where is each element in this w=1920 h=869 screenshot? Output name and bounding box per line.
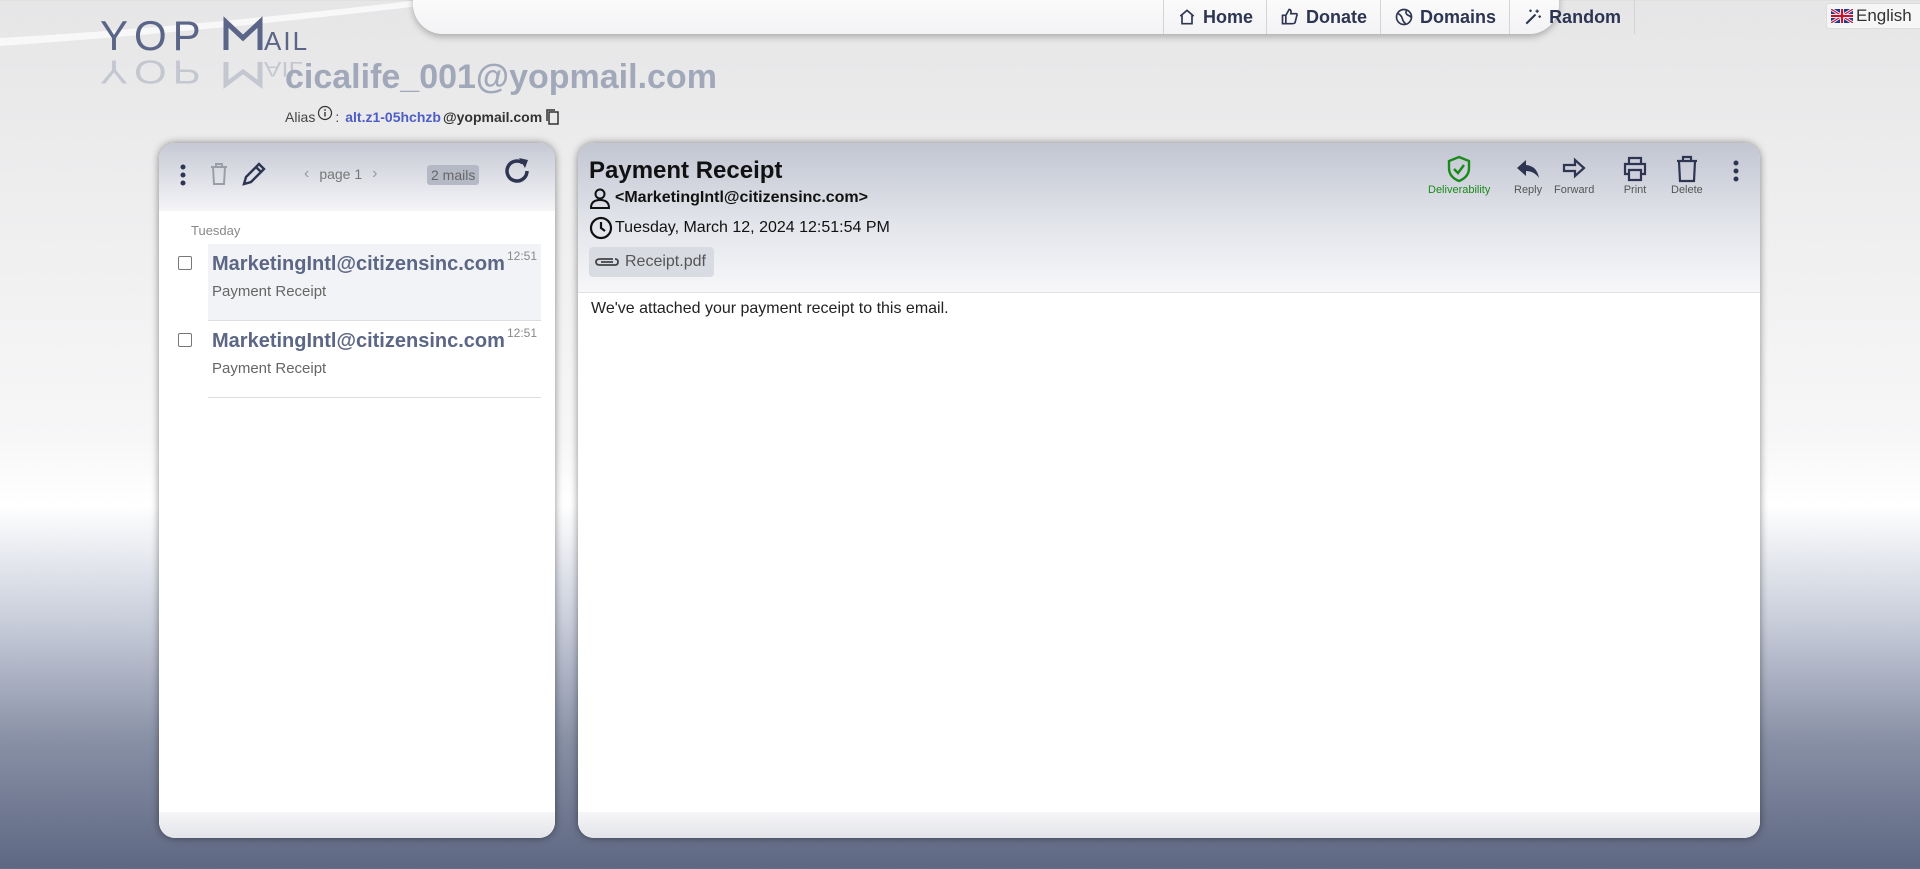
- nav-home-label: Home: [1203, 6, 1254, 27]
- more-vertical-icon[interactable]: [1732, 159, 1740, 183]
- trash-icon: [1676, 155, 1697, 183]
- mail-view-date-text: Tuesday, March 12, 2024 12:51:54 PM: [615, 219, 890, 236]
- globe-icon: [1395, 8, 1413, 26]
- list-toolbar: ‹ page 1 › 2 mails: [159, 143, 555, 211]
- list-footer: [159, 812, 555, 838]
- refresh-icon[interactable]: [501, 155, 533, 187]
- mail-actions: Deliverability Reply Forward Print Delet…: [578, 155, 1760, 205]
- shield-check-icon: [1447, 155, 1471, 183]
- nav-donate-label: Donate: [1306, 6, 1368, 27]
- alias-link[interactable]: alt.z1-05hchzb: [345, 109, 441, 125]
- copy-icon[interactable]: [544, 108, 560, 126]
- forward-button[interactable]: Forward: [1554, 155, 1594, 196]
- attachment-chip[interactable]: Receipt.pdf: [589, 247, 714, 277]
- compose-pencil-icon[interactable]: [241, 161, 267, 187]
- nav-home[interactable]: Home: [1163, 0, 1266, 34]
- forward-label: Forward: [1554, 184, 1595, 196]
- mail-list-item[interactable]: MarketingIntl@citizensinc.com 12:51 Paym…: [208, 244, 541, 321]
- language-value: English: [1856, 6, 1912, 25]
- alias-label: Alias: [285, 109, 316, 125]
- nav-donate[interactable]: Donate: [1266, 0, 1380, 34]
- nav-links: Home Donate Domains Random: [1163, 0, 1636, 34]
- top-nav-bar: Home Donate Domains Random English ⌄: [413, 0, 1920, 34]
- paperclip-icon: [595, 258, 619, 266]
- home-icon: [1179, 9, 1195, 25]
- delete-button[interactable]: Delete: [1671, 155, 1703, 196]
- inbox-address: cicalife_001@yopmail.com: [285, 58, 717, 96]
- mail-time: 12:51: [506, 326, 537, 340]
- mail-list-panel: ‹ page 1 › 2 mails Tuesday MarketingIntl…: [159, 143, 555, 838]
- pager-label: page 1: [319, 166, 363, 182]
- reply-button[interactable]: Reply: [1514, 155, 1542, 196]
- alias-row: Alias : alt.z1-05hchzb @yopmail.com: [285, 105, 560, 126]
- mail-subject: Payment Receipt: [212, 283, 327, 300]
- svg-text:YOP: YOP: [100, 12, 207, 59]
- pager: ‹ page 1 ›: [304, 165, 377, 183]
- svg-text:AIL: AIL: [264, 26, 309, 56]
- alias-separator: :: [335, 109, 340, 125]
- info-icon[interactable]: [317, 105, 333, 121]
- delete-label: Delete: [1671, 184, 1703, 196]
- nav-domains-label: Domains: [1420, 6, 1497, 27]
- reply-icon: [1517, 160, 1540, 178]
- trash-icon[interactable]: [209, 162, 229, 186]
- nav-domains[interactable]: Domains: [1380, 0, 1509, 34]
- mail-checkbox[interactable]: [178, 333, 192, 347]
- mail-footer: [578, 812, 1760, 838]
- mail-view-date: Tuesday, March 12, 2024 12:51:54 PM: [589, 216, 890, 240]
- mail-subject: Payment Receipt: [212, 360, 327, 377]
- alias-domain: @yopmail.com: [442, 109, 543, 125]
- clock-icon: [589, 216, 613, 240]
- reply-label: Reply: [1514, 184, 1543, 196]
- mail-from: MarketingIntl@citizensinc.com: [212, 330, 505, 352]
- day-group-label: Tuesday: [191, 223, 241, 238]
- more-vertical-icon[interactable]: [179, 163, 187, 187]
- mail-header: Payment Receipt <MarketingIntl@citizensi…: [578, 143, 1760, 293]
- deliverability-label: Deliverability: [1428, 184, 1491, 196]
- magic-wand-icon: [1525, 9, 1541, 25]
- mail-checkbox[interactable]: [178, 256, 192, 270]
- nav-random-label: Random: [1549, 6, 1622, 27]
- attachment-name: Receipt.pdf: [625, 253, 706, 270]
- thumbs-up-icon: [1281, 8, 1298, 25]
- print-button[interactable]: Print: [1621, 155, 1649, 196]
- print-label: Print: [1623, 184, 1647, 196]
- mail-count-badge: 2 mails: [427, 165, 480, 185]
- mail-from: MarketingIntl@citizensinc.com: [212, 253, 505, 275]
- nav-random[interactable]: Random: [1509, 0, 1636, 34]
- mail-time: 12:51: [506, 249, 537, 263]
- language-select[interactable]: English ⌄: [1826, 3, 1920, 29]
- print-icon: [1623, 156, 1647, 182]
- forward-arrow-icon: [1563, 157, 1586, 179]
- mail-list-item[interactable]: MarketingIntl@citizensinc.com 12:51 Paym…: [208, 321, 541, 398]
- mail-body: We've attached your payment receipt to t…: [591, 300, 949, 317]
- uk-flag-icon: [1831, 9, 1853, 23]
- svg-text:YOP: YOP: [100, 52, 207, 89]
- chevron-right-icon[interactable]: ›: [372, 165, 377, 183]
- chevron-left-icon[interactable]: ‹: [304, 165, 309, 183]
- deliverability-button[interactable]: Deliverability: [1428, 155, 1490, 196]
- mail-view-panel: Payment Receipt <MarketingIntl@citizensi…: [578, 143, 1760, 838]
